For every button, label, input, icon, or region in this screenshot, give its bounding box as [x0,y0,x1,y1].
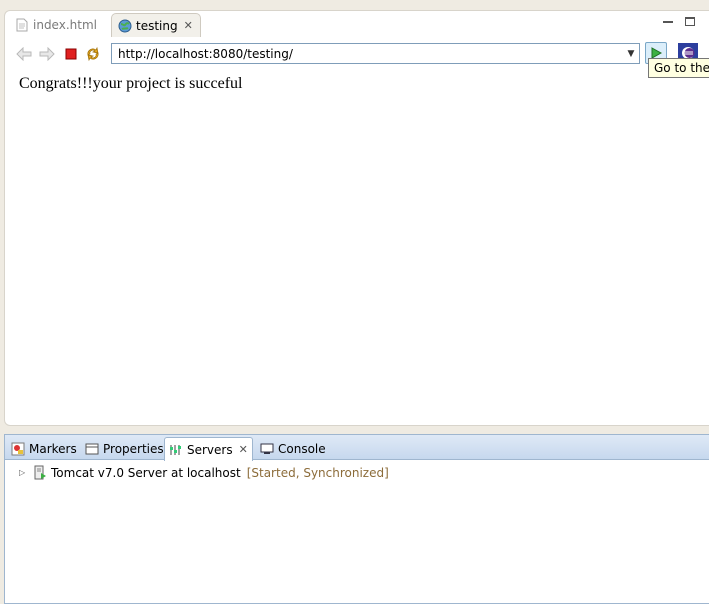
tab-console[interactable]: Console [256,437,330,460]
tab-label: Console [278,441,326,456]
markers-icon [11,442,25,456]
stop-icon [65,48,77,60]
close-icon[interactable]: ✕ [239,443,248,456]
tab-label: Properties [103,441,164,456]
browser-editor: index.html testing ✕ ▼ [4,10,709,426]
server-status: [Started, Synchronized] [246,465,389,480]
back-arrow-icon [16,47,32,61]
html-file-icon [15,18,29,32]
close-icon[interactable]: ✕ [184,19,193,32]
tab-markers[interactable]: Markers [7,437,81,460]
server-name: Tomcat v7.0 Server at localhost [51,465,241,480]
tab-label: Servers [187,442,233,457]
tab-label: testing [136,18,178,33]
refresh-icon [87,46,99,62]
servers-icon [169,443,183,457]
forward-arrow-icon [39,47,55,61]
chevron-down-icon[interactable]: ▼ [625,47,637,60]
tab-label: index.html [33,18,97,32]
maximize-icon[interactable] [685,17,695,26]
stop-button[interactable] [62,45,80,63]
panel-tab-bar: Markers Properties Servers ✕ Console [5,435,709,461]
bottom-panel: Markers Properties Servers ✕ Console ▷ T [4,434,709,604]
back-button[interactable] [15,45,33,63]
go-tooltip: Go to the s [648,58,709,78]
properties-icon [85,442,99,456]
editor-tab-bar: index.html testing ✕ [5,11,709,39]
console-icon [260,442,274,456]
tab-index-html[interactable]: index.html [9,13,109,37]
page-content: Congrats!!!your project is succeful [19,75,243,92]
url-field[interactable]: ▼ [111,43,640,64]
tab-properties[interactable]: Properties [81,437,168,460]
window-controls [663,17,695,26]
tab-testing[interactable]: testing ✕ [111,13,201,37]
url-input[interactable] [112,44,618,63]
expand-arrow-icon[interactable]: ▷ [19,468,33,477]
server-tree-item[interactable]: ▷ Tomcat v7.0 Server at localhost [Start… [19,465,389,480]
refresh-button[interactable] [84,45,102,63]
browser-toolbar: ▼ [5,41,709,67]
server-icon [33,465,47,480]
minimize-icon[interactable] [663,17,673,23]
forward-button[interactable] [38,45,56,63]
globe-icon [118,19,132,33]
tab-servers[interactable]: Servers ✕ [164,437,253,461]
tab-label: Markers [29,441,77,456]
